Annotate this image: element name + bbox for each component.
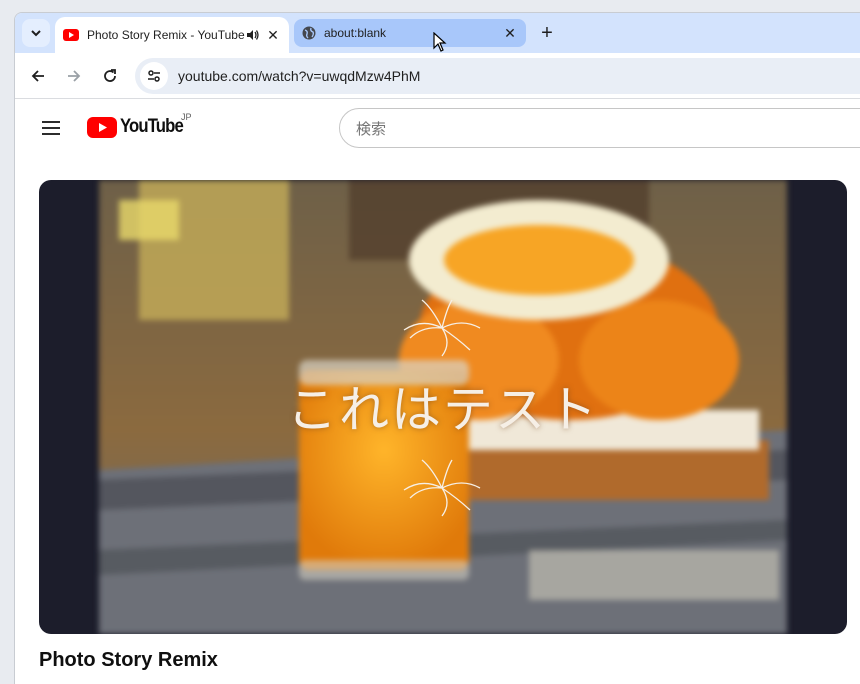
forward-button[interactable] (62, 64, 86, 88)
arrow-left-icon (31, 70, 44, 82)
plus-icon: + (541, 21, 553, 44)
new-tab-button[interactable]: + (535, 21, 559, 45)
mouse-cursor-icon (433, 32, 447, 52)
video-title: Photo Story Remix (39, 649, 218, 671)
address-bar[interactable]: youtube.com/watch?v=uwqdMzw4PhM (135, 58, 860, 94)
youtube-logo[interactable]: YouTube JP (87, 112, 192, 138)
search-input[interactable]: 検索 (339, 108, 860, 148)
close-tab-icon[interactable]: ✕ (502, 25, 518, 41)
url-text: youtube.com/watch?v=uwqdMzw4PhM (178, 68, 421, 84)
tab-search-button[interactable] (22, 19, 50, 47)
logo-text: YouTube (120, 116, 184, 137)
browser-window: Photo Story Remix - YouTube ✕ about:blan… (14, 12, 860, 684)
youtube-play-icon (87, 116, 117, 138)
reload-icon (104, 69, 116, 82)
flourish-icon (403, 299, 481, 357)
back-button[interactable] (26, 64, 50, 88)
close-tab-icon[interactable]: ✕ (265, 27, 281, 43)
arrow-right-icon (68, 70, 81, 82)
region-code: JP (181, 112, 192, 122)
reload-button[interactable] (98, 64, 122, 88)
speaker-icon[interactable] (245, 28, 259, 42)
globe-icon (302, 26, 316, 40)
search-placeholder: 検索 (356, 120, 387, 138)
youtube-header: YouTube JP 検索 (15, 100, 860, 156)
tab-youtube[interactable]: Photo Story Remix - YouTube ✕ (55, 17, 289, 53)
youtube-favicon-icon (63, 29, 79, 41)
browser-toolbar: youtube.com/watch?v=uwqdMzw4PhM (15, 53, 860, 99)
video-player[interactable]: これはテスト (39, 180, 847, 634)
flourish-icon (403, 459, 481, 517)
video-overlay-text: これはテスト (287, 381, 599, 439)
tune-icon (148, 70, 160, 82)
menu-icon[interactable] (39, 116, 63, 140)
tab-title: Photo Story Remix - YouTube (87, 28, 245, 42)
chevron-down-icon (31, 30, 41, 37)
tab-about-blank[interactable]: about:blank ✕ (294, 19, 526, 47)
site-info-button[interactable] (140, 62, 168, 90)
tab-title: about:blank (324, 26, 387, 40)
